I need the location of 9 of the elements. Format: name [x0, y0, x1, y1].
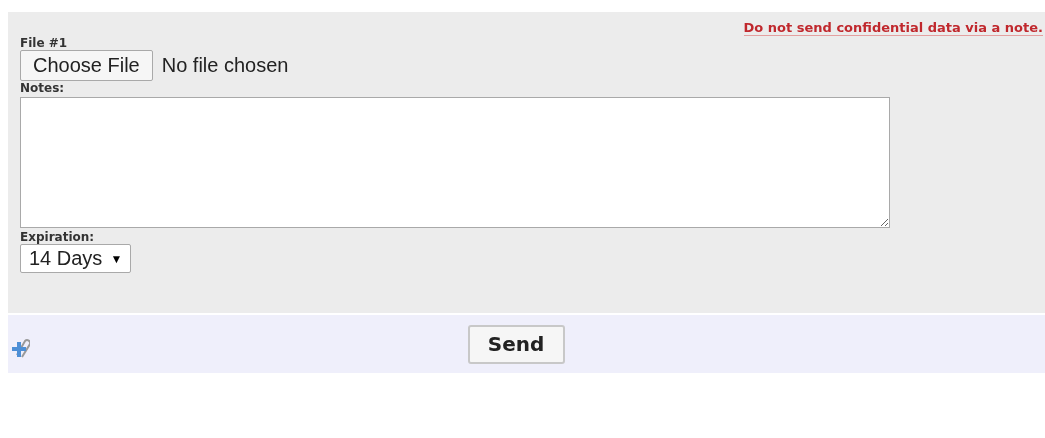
- notes-field[interactable]: [20, 97, 890, 228]
- expiration-select[interactable]: 14 Days ▼: [20, 244, 132, 273]
- send-button[interactable]: Send: [467, 324, 565, 364]
- field-label: Expiration:: [20, 230, 96, 244]
- choose-file-button[interactable]: Choose File: [20, 50, 153, 81]
- field-label: File #1: [20, 36, 69, 50]
- file-status-text: No file chosen: [161, 54, 289, 77]
- warning-text: Do not send confidential data via a note.: [743, 20, 1043, 36]
- field-label: Notes:: [20, 81, 66, 95]
